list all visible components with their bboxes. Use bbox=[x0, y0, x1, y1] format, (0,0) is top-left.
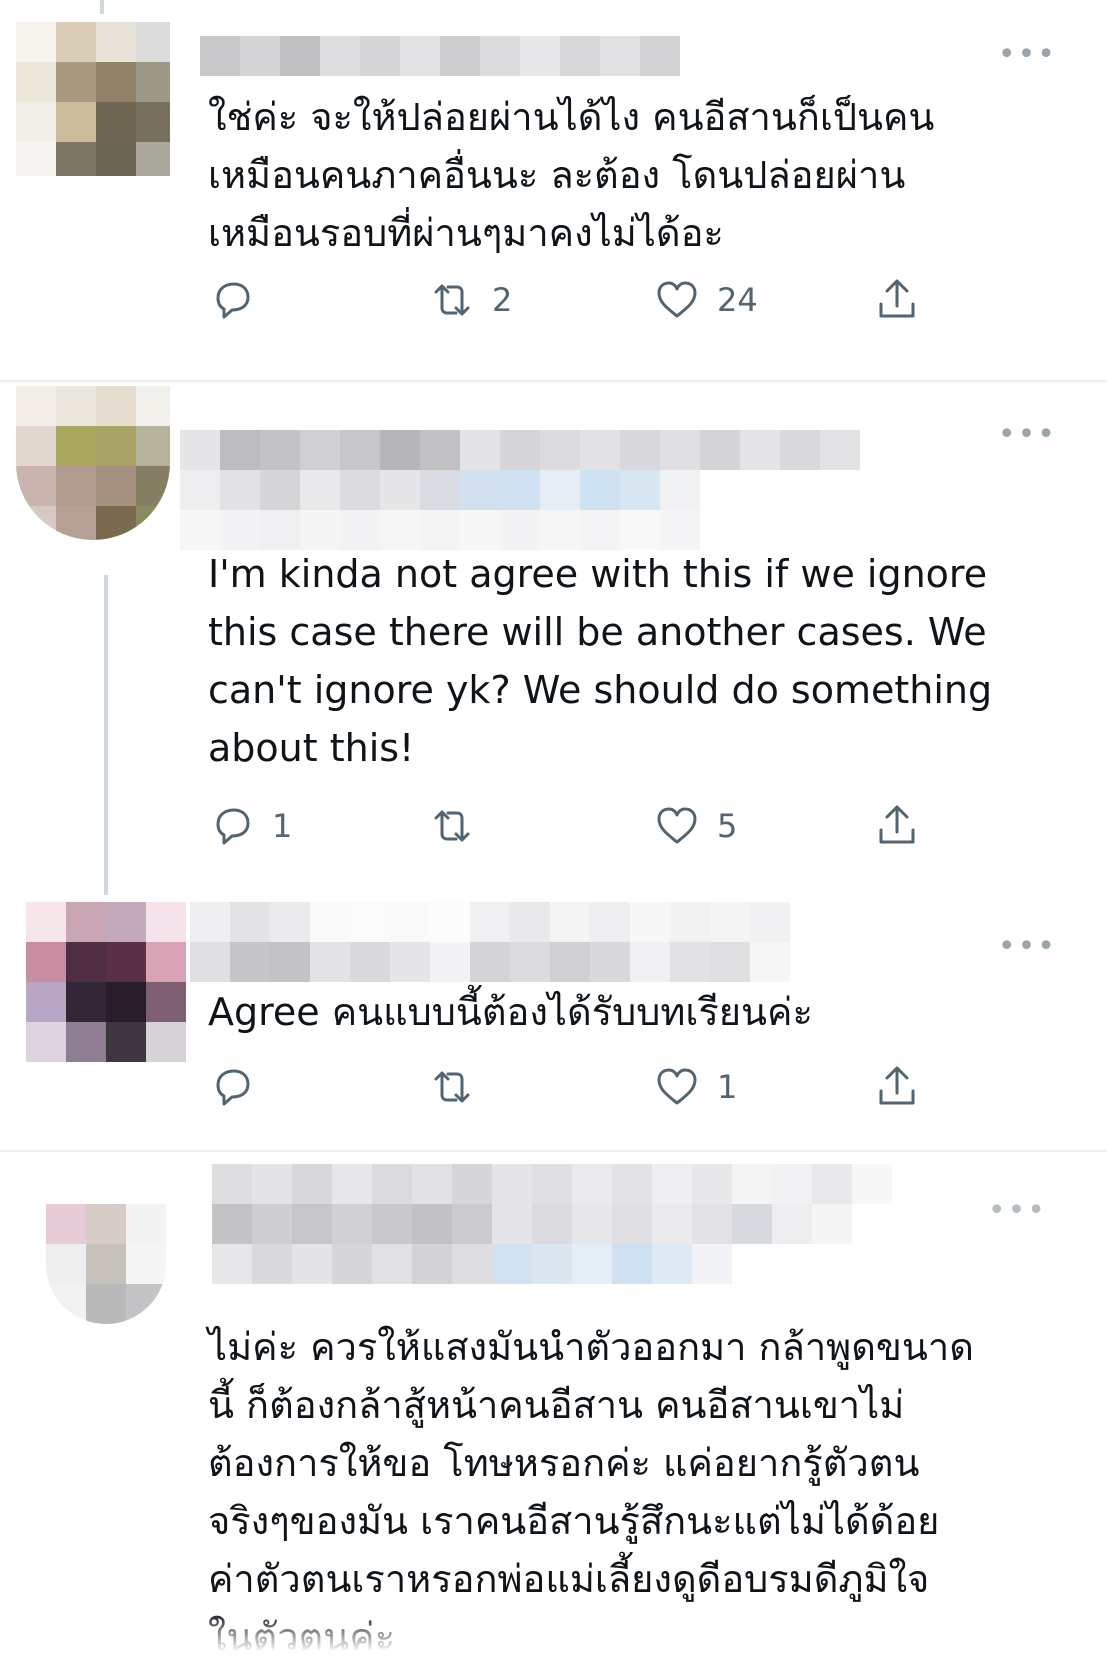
like-button[interactable]: 1 bbox=[653, 1057, 737, 1117]
retweet-icon bbox=[434, 1071, 470, 1103]
more-icon[interactable]: ••• bbox=[988, 1196, 1047, 1226]
heart-icon bbox=[657, 807, 697, 844]
username-blurred[interactable] bbox=[212, 1164, 892, 1204]
more-icon[interactable]: ••• bbox=[998, 932, 1057, 962]
reply-count: 1 bbox=[272, 807, 293, 845]
tweet-text: I'm kinda not agree with this if we igno… bbox=[208, 552, 993, 770]
like-count: 24 bbox=[717, 281, 758, 319]
thread-line bbox=[100, 0, 104, 14]
tweet-actions: 2 24 bbox=[208, 270, 948, 330]
reply-button[interactable] bbox=[208, 270, 272, 330]
like-count: 5 bbox=[717, 807, 738, 845]
reply-button[interactable]: 1 bbox=[208, 796, 292, 856]
username-blurred[interactable] bbox=[190, 902, 790, 942]
tweet-actions: 1 bbox=[208, 1057, 948, 1117]
meta-blurred bbox=[180, 510, 700, 550]
divider bbox=[0, 1150, 1107, 1152]
tweet-actions: 1 5 bbox=[208, 796, 948, 856]
retweet-button[interactable]: 2 bbox=[428, 270, 512, 330]
divider bbox=[0, 380, 1107, 382]
share-button[interactable] bbox=[873, 796, 921, 856]
reply-icon bbox=[216, 1069, 250, 1106]
username-blurred[interactable] bbox=[180, 430, 860, 470]
reply-icon bbox=[216, 808, 250, 845]
share-icon bbox=[879, 1066, 915, 1105]
like-count: 1 bbox=[717, 1068, 738, 1106]
share-icon bbox=[879, 279, 915, 318]
share-button[interactable] bbox=[873, 1057, 921, 1117]
avatar[interactable] bbox=[26, 902, 186, 1062]
reply-button[interactable] bbox=[208, 1057, 272, 1117]
retweet-button[interactable] bbox=[428, 796, 492, 856]
reply-icon bbox=[216, 282, 250, 319]
heart-icon bbox=[657, 281, 697, 318]
avatar[interactable] bbox=[16, 22, 170, 176]
meta-blurred bbox=[212, 1244, 732, 1284]
tweet-text: Agree คนแบบนี้ต้องได้รับบทเรียนค่ะ bbox=[208, 990, 813, 1034]
retweet-icon bbox=[434, 810, 470, 842]
like-button[interactable]: 24 bbox=[653, 270, 758, 330]
retweet-count: 2 bbox=[492, 281, 513, 319]
thread-line bbox=[104, 575, 108, 895]
more-icon[interactable]: ••• bbox=[998, 420, 1057, 450]
more-icon[interactable]: ••• bbox=[998, 40, 1057, 70]
retweet-button[interactable] bbox=[428, 1057, 492, 1117]
handle-blurred[interactable] bbox=[212, 1204, 852, 1244]
like-button[interactable]: 5 bbox=[653, 796, 737, 856]
share-button[interactable] bbox=[873, 270, 921, 330]
bottom-fade bbox=[0, 1612, 1107, 1652]
handle-blurred[interactable] bbox=[180, 470, 700, 510]
retweet-icon bbox=[434, 284, 470, 316]
username-blurred[interactable] bbox=[200, 36, 680, 76]
handle-blurred[interactable] bbox=[190, 942, 790, 982]
share-icon bbox=[879, 805, 915, 844]
avatar[interactable] bbox=[46, 1204, 166, 1324]
heart-icon bbox=[657, 1068, 697, 1105]
tweet-text: ใช่ค่ะ จะให้ปล่อยผ่านได้ไง คนอีสานก็เป็น… bbox=[208, 95, 935, 255]
avatar[interactable] bbox=[16, 386, 170, 540]
